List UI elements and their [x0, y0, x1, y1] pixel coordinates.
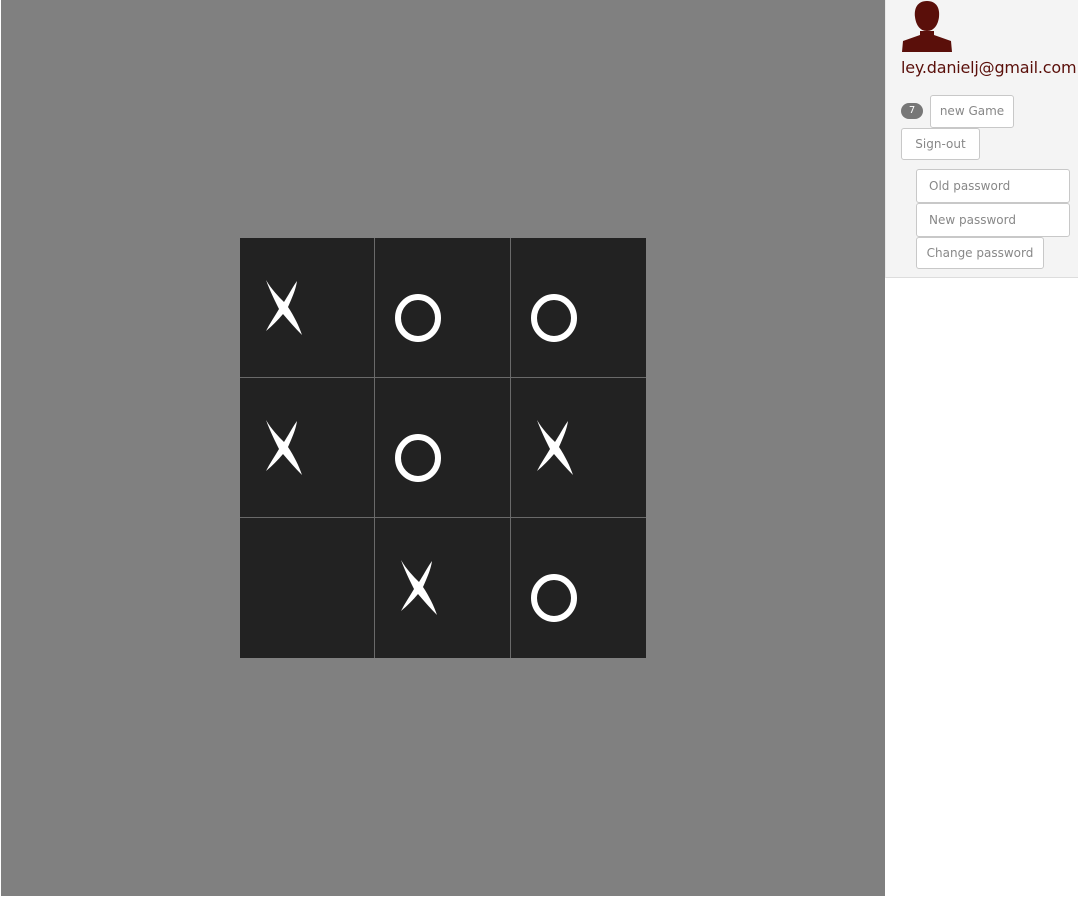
board-cell[interactable]	[375, 518, 511, 658]
game-area	[1, 0, 885, 896]
board-cell[interactable]	[511, 238, 646, 378]
x-mark-icon	[537, 420, 573, 475]
old-password-input[interactable]: Old password	[916, 169, 1070, 203]
board-cell[interactable]	[240, 518, 375, 658]
board-cell[interactable]	[240, 238, 375, 378]
x-mark-icon	[266, 420, 302, 475]
user-sidebar: ley.danielj@gmail.com 7 new Game Sign-ou…	[885, 0, 1078, 278]
o-mark-icon	[395, 434, 441, 482]
games-count-badge: 7	[901, 103, 923, 119]
board-cell[interactable]	[375, 238, 511, 378]
board-cell[interactable]	[240, 378, 375, 518]
new-game-button[interactable]: new Game	[930, 95, 1014, 128]
user-email: ley.danielj@gmail.com	[901, 58, 1077, 77]
x-mark-icon	[401, 560, 437, 615]
board-cell[interactable]	[511, 378, 646, 518]
tic-tac-toe-board	[240, 238, 646, 658]
o-mark-icon	[395, 294, 441, 342]
sign-out-button[interactable]: Sign-out	[901, 128, 980, 160]
x-mark-icon	[266, 280, 302, 335]
o-mark-icon	[531, 294, 577, 342]
board-cell[interactable]	[375, 378, 511, 518]
new-password-input[interactable]: New password	[916, 203, 1070, 237]
board-cell[interactable]	[511, 518, 646, 658]
o-mark-icon	[531, 574, 577, 622]
user-silhouette-icon	[902, 1, 952, 52]
change-password-button[interactable]: Change password	[916, 237, 1044, 269]
